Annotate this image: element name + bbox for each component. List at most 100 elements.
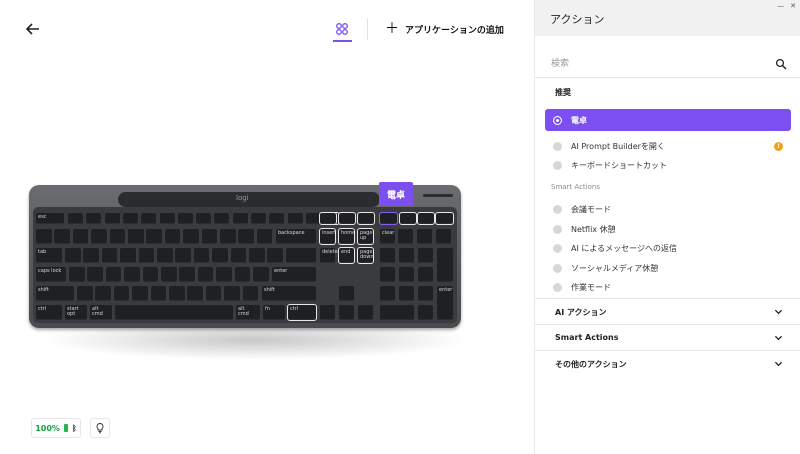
key-a-row-7[interactable] (197, 267, 214, 282)
key-caps-lock[interactable]: caps lock (36, 267, 66, 282)
battery-status[interactable]: 100% ᛒ (31, 418, 81, 438)
key-num-12[interactable] (256, 229, 273, 244)
key-numpad-r4-2[interactable] (418, 286, 433, 301)
key-home[interactable]: home (338, 228, 355, 245)
key-page-down[interactable]: page down (357, 247, 374, 264)
search-input[interactable] (551, 55, 761, 73)
key-delete[interactable]: delete (320, 248, 338, 263)
key-a-row-5[interactable] (161, 267, 177, 282)
add-application-button[interactable]: ＋ アプリケーションの追加 (385, 21, 504, 37)
key-z-row-4[interactable] (150, 286, 167, 301)
key-media-2[interactable] (338, 212, 356, 225)
key-q-row-11[interactable] (267, 248, 283, 263)
key-f2[interactable] (86, 213, 102, 224)
key-media-3[interactable] (357, 212, 375, 225)
back-button[interactable] (24, 20, 42, 38)
key-q-row-4[interactable] (138, 248, 155, 263)
section-other-actions[interactable]: その他のアクション (535, 350, 800, 376)
key-numpad-r3-2[interactable] (418, 267, 433, 282)
key-f8[interactable] (196, 213, 212, 224)
key-numpad-plus[interactable] (437, 248, 453, 282)
key-num-7[interactable] (164, 229, 181, 244)
key-ctrl-right[interactable]: ctrl (287, 304, 317, 321)
key-q-row-10[interactable] (249, 248, 265, 263)
key-numpad-top-2[interactable] (436, 229, 451, 244)
minimize-icon[interactable]: — (777, 2, 784, 10)
key-arrow-up[interactable] (339, 286, 354, 301)
key-calculator[interactable] (379, 212, 398, 225)
section-smart-actions[interactable]: Smart Actions (535, 324, 800, 350)
key-media-1[interactable] (319, 212, 337, 225)
key-num-9[interactable] (201, 229, 218, 244)
key-num-8[interactable] (183, 229, 199, 244)
tab-key-assignments[interactable] (333, 20, 351, 38)
key-z-row-7[interactable] (205, 286, 222, 301)
key-z-row-5[interactable] (169, 286, 185, 301)
key-f11[interactable] (251, 213, 266, 224)
key-enter[interactable]: enter (272, 267, 316, 282)
key-start[interactable]: start opt (65, 305, 87, 320)
key-q-row-8[interactable] (212, 248, 228, 263)
key-z-row-1[interactable] (95, 286, 111, 301)
key-backspace[interactable]: backspace (276, 229, 316, 244)
key-numpad-top-0[interactable] (398, 229, 413, 244)
key-q-row-7[interactable] (193, 248, 210, 263)
key-a-row-3[interactable] (124, 267, 140, 282)
key-f12[interactable] (269, 213, 285, 224)
key-fn[interactable]: fn (263, 305, 285, 320)
key-a-row-1[interactable] (87, 267, 103, 282)
key-numpad-r4-1[interactable] (399, 286, 414, 301)
key-numpad-r2-0[interactable] (380, 248, 395, 263)
key-numpad-r2-1[interactable] (399, 248, 414, 263)
key-backslash[interactable] (286, 248, 316, 263)
key-num-2[interactable] (72, 229, 89, 244)
key-shift-left[interactable]: shift (36, 286, 74, 301)
action-item-keyboard-shortcut[interactable]: キーボードショートカット (545, 154, 791, 176)
key-arrow-right[interactable] (358, 305, 373, 320)
lighting-button[interactable] (90, 418, 110, 438)
key-f7[interactable] (177, 213, 193, 224)
key-f3[interactable] (104, 213, 120, 224)
action-item-calculator[interactable]: 電卓 (545, 109, 791, 131)
key-esc[interactable]: esc (36, 213, 64, 224)
key-z-row-6[interactable] (187, 286, 203, 301)
key-space[interactable] (115, 305, 233, 320)
key-f5[interactable] (141, 213, 157, 224)
key-z-row-2[interactable] (113, 286, 130, 301)
key-f14[interactable] (305, 213, 321, 224)
key-a-row-0[interactable] (69, 267, 85, 282)
key-num-11[interactable] (238, 229, 254, 244)
key-z-row-8[interactable] (224, 286, 240, 301)
key-f9[interactable] (214, 213, 230, 224)
key-clear[interactable]: clear (380, 229, 395, 244)
key-f1[interactable] (68, 213, 83, 224)
key-alt-right[interactable]: alt cmd (236, 305, 260, 320)
key-numpad-0[interactable] (380, 305, 414, 320)
section-ai-actions[interactable]: AI アクション (535, 298, 800, 324)
key-alt-left[interactable]: alt cmd (90, 305, 112, 320)
key-shift-right[interactable]: shift (262, 286, 316, 301)
action-item-work-mode[interactable]: 作業モード (545, 276, 791, 298)
key-ctrl-left[interactable]: ctrl (36, 305, 62, 320)
key-arrow-down[interactable] (339, 305, 354, 320)
key-page-up[interactable]: page up (357, 228, 374, 245)
key-f10[interactable] (232, 213, 248, 224)
key-numpad-r3-0[interactable] (380, 267, 395, 282)
key-q-row-3[interactable] (120, 248, 136, 263)
key-numpad-top-1[interactable] (417, 229, 432, 244)
key-q-row-9[interactable] (230, 248, 247, 263)
key-num-10[interactable] (220, 229, 236, 244)
key-numpad-enter[interactable]: enter (437, 286, 453, 320)
key-numpad-dot[interactable] (418, 305, 433, 320)
key-a-row-6[interactable] (179, 267, 195, 282)
key-q-row-0[interactable] (65, 248, 81, 263)
key-a-row-10[interactable] (253, 267, 269, 282)
close-icon[interactable]: ✕ (790, 2, 796, 10)
key-num-3[interactable] (91, 229, 107, 244)
key-a-row-8[interactable] (216, 267, 232, 282)
key-q-row-1[interactable] (83, 248, 99, 263)
key-media-5[interactable] (417, 212, 435, 225)
key-a-row-4[interactable] (142, 267, 159, 282)
key-q-row-5[interactable] (157, 248, 173, 263)
action-item-meeting-mode[interactable]: 会議モード (545, 198, 791, 220)
